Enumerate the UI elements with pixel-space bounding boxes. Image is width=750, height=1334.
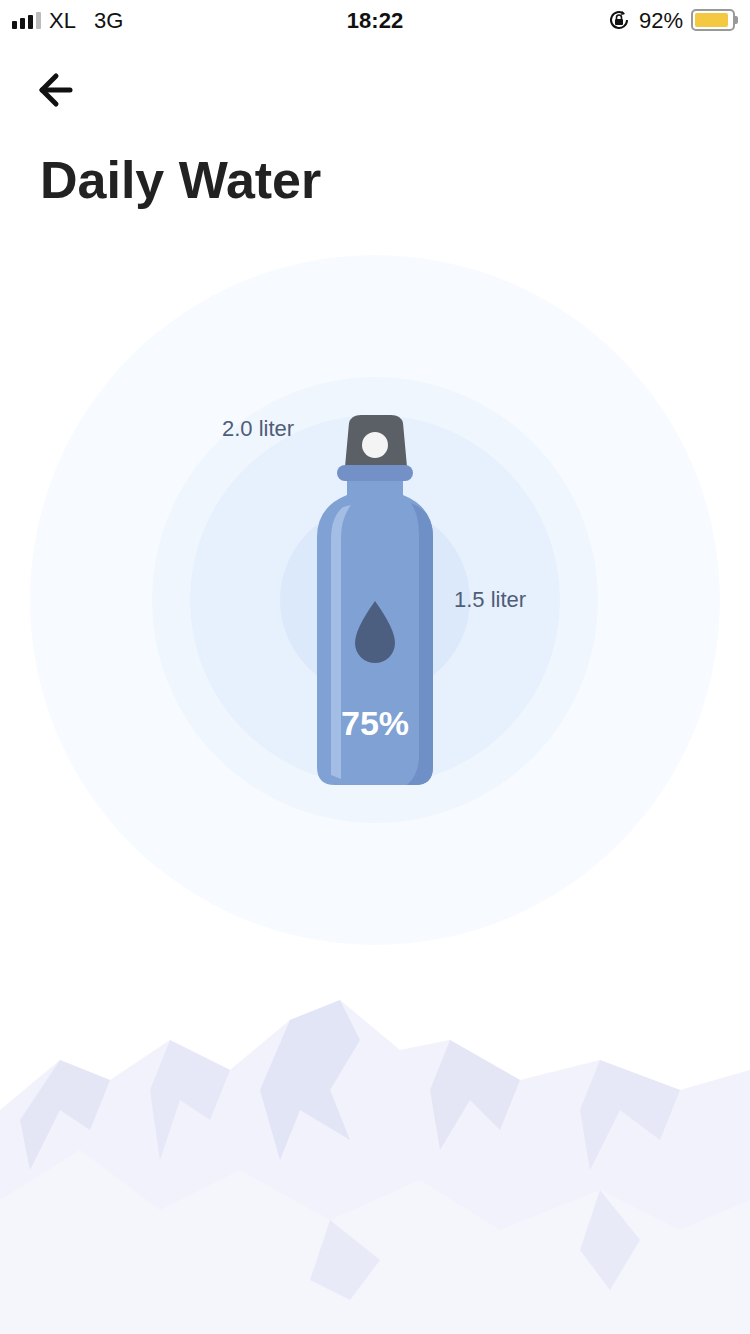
target-label: 2.0 liter	[222, 415, 294, 443]
page-title: Daily Water	[0, 150, 750, 210]
back-arrow-icon	[32, 66, 80, 114]
carrier: XL	[49, 4, 76, 37]
time: 18:22	[347, 4, 403, 37]
back-button[interactable]	[32, 66, 80, 114]
water-gauge: 2.0 liter 1.5 liter 75%	[0, 255, 750, 945]
signal-icon	[12, 11, 41, 29]
battery-icon	[691, 9, 738, 31]
mountains-illustration	[0, 1000, 750, 1334]
battery-percent: 92%	[639, 4, 683, 37]
rotation-lock-icon	[607, 8, 631, 32]
status-bar: XL 3G 18:22 92%	[0, 0, 750, 40]
network: 3G	[94, 4, 123, 37]
daily-water-screen: XL 3G 18:22 92% Daily Water 2.0 liter 1.5 lite…	[0, 0, 750, 1334]
consumed-label: 1.5 liter	[454, 586, 526, 614]
percent-label: 75%	[315, 703, 435, 743]
